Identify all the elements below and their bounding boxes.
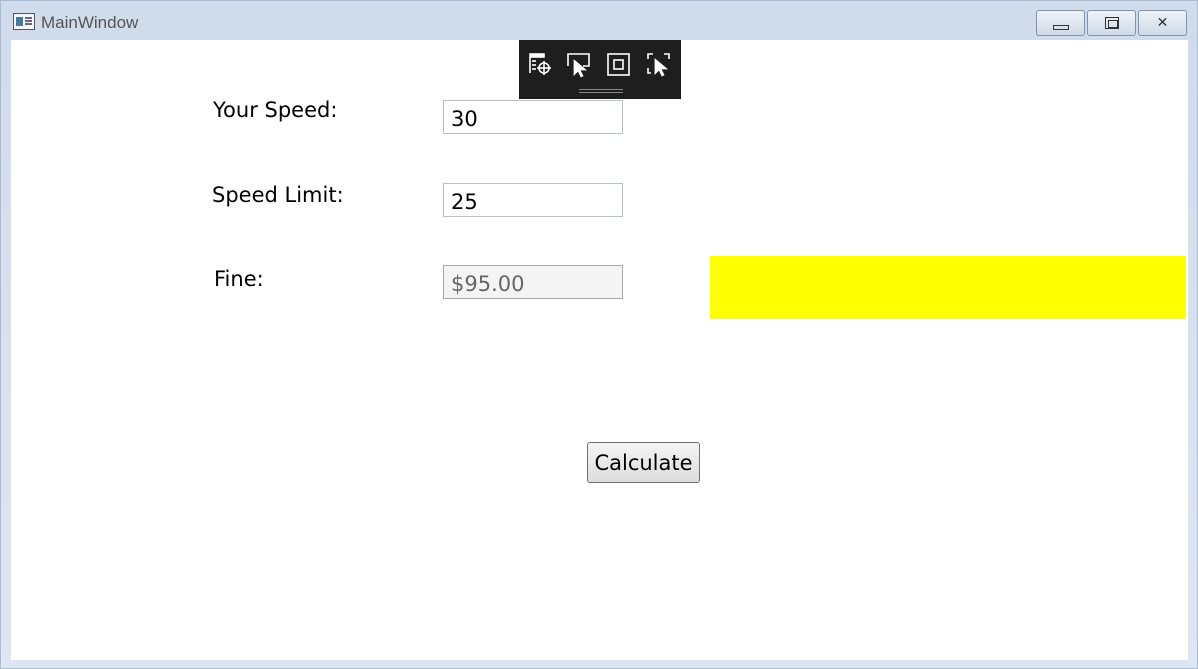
main-window: MainWindow ✕ Your Speed: 30 Speed Limit:… <box>0 0 1198 669</box>
fine-label: Fine: <box>214 267 264 291</box>
window-title: MainWindow <box>41 13 139 32</box>
speed-limit-input[interactable]: 25 <box>443 183 623 217</box>
maximize-button[interactable] <box>1087 10 1136 36</box>
select-element-icon[interactable] <box>566 52 592 78</box>
minimize-button[interactable] <box>1036 10 1085 36</box>
close-icon: ✕ <box>1156 15 1169 31</box>
close-button[interactable]: ✕ <box>1138 10 1187 36</box>
toolbar-drag-handle[interactable] <box>579 89 623 93</box>
live-visual-tree-icon[interactable] <box>528 52 554 78</box>
title-bar[interactable]: MainWindow ✕ <box>1 1 1197 39</box>
calculate-button[interactable]: Calculate <box>587 442 700 483</box>
xaml-debug-toolbar <box>519 40 681 99</box>
maximize-icon <box>1104 17 1119 29</box>
fine-output: $95.00 <box>443 265 623 299</box>
window-client-area: Your Speed: 30 Speed Limit: 25 Fine: $95… <box>11 40 1188 660</box>
track-focused-element-icon[interactable] <box>646 52 672 78</box>
your-speed-input[interactable]: 30 <box>443 100 623 134</box>
display-layout-adorners-icon[interactable] <box>606 52 632 78</box>
highlight-box <box>710 256 1186 319</box>
minimize-icon <box>1052 24 1069 30</box>
speed-limit-label: Speed Limit: <box>212 183 344 207</box>
your-speed-label: Your Speed: <box>213 98 338 122</box>
calculate-button-label: Calculate <box>594 450 693 475</box>
app-window-icon <box>13 13 35 30</box>
